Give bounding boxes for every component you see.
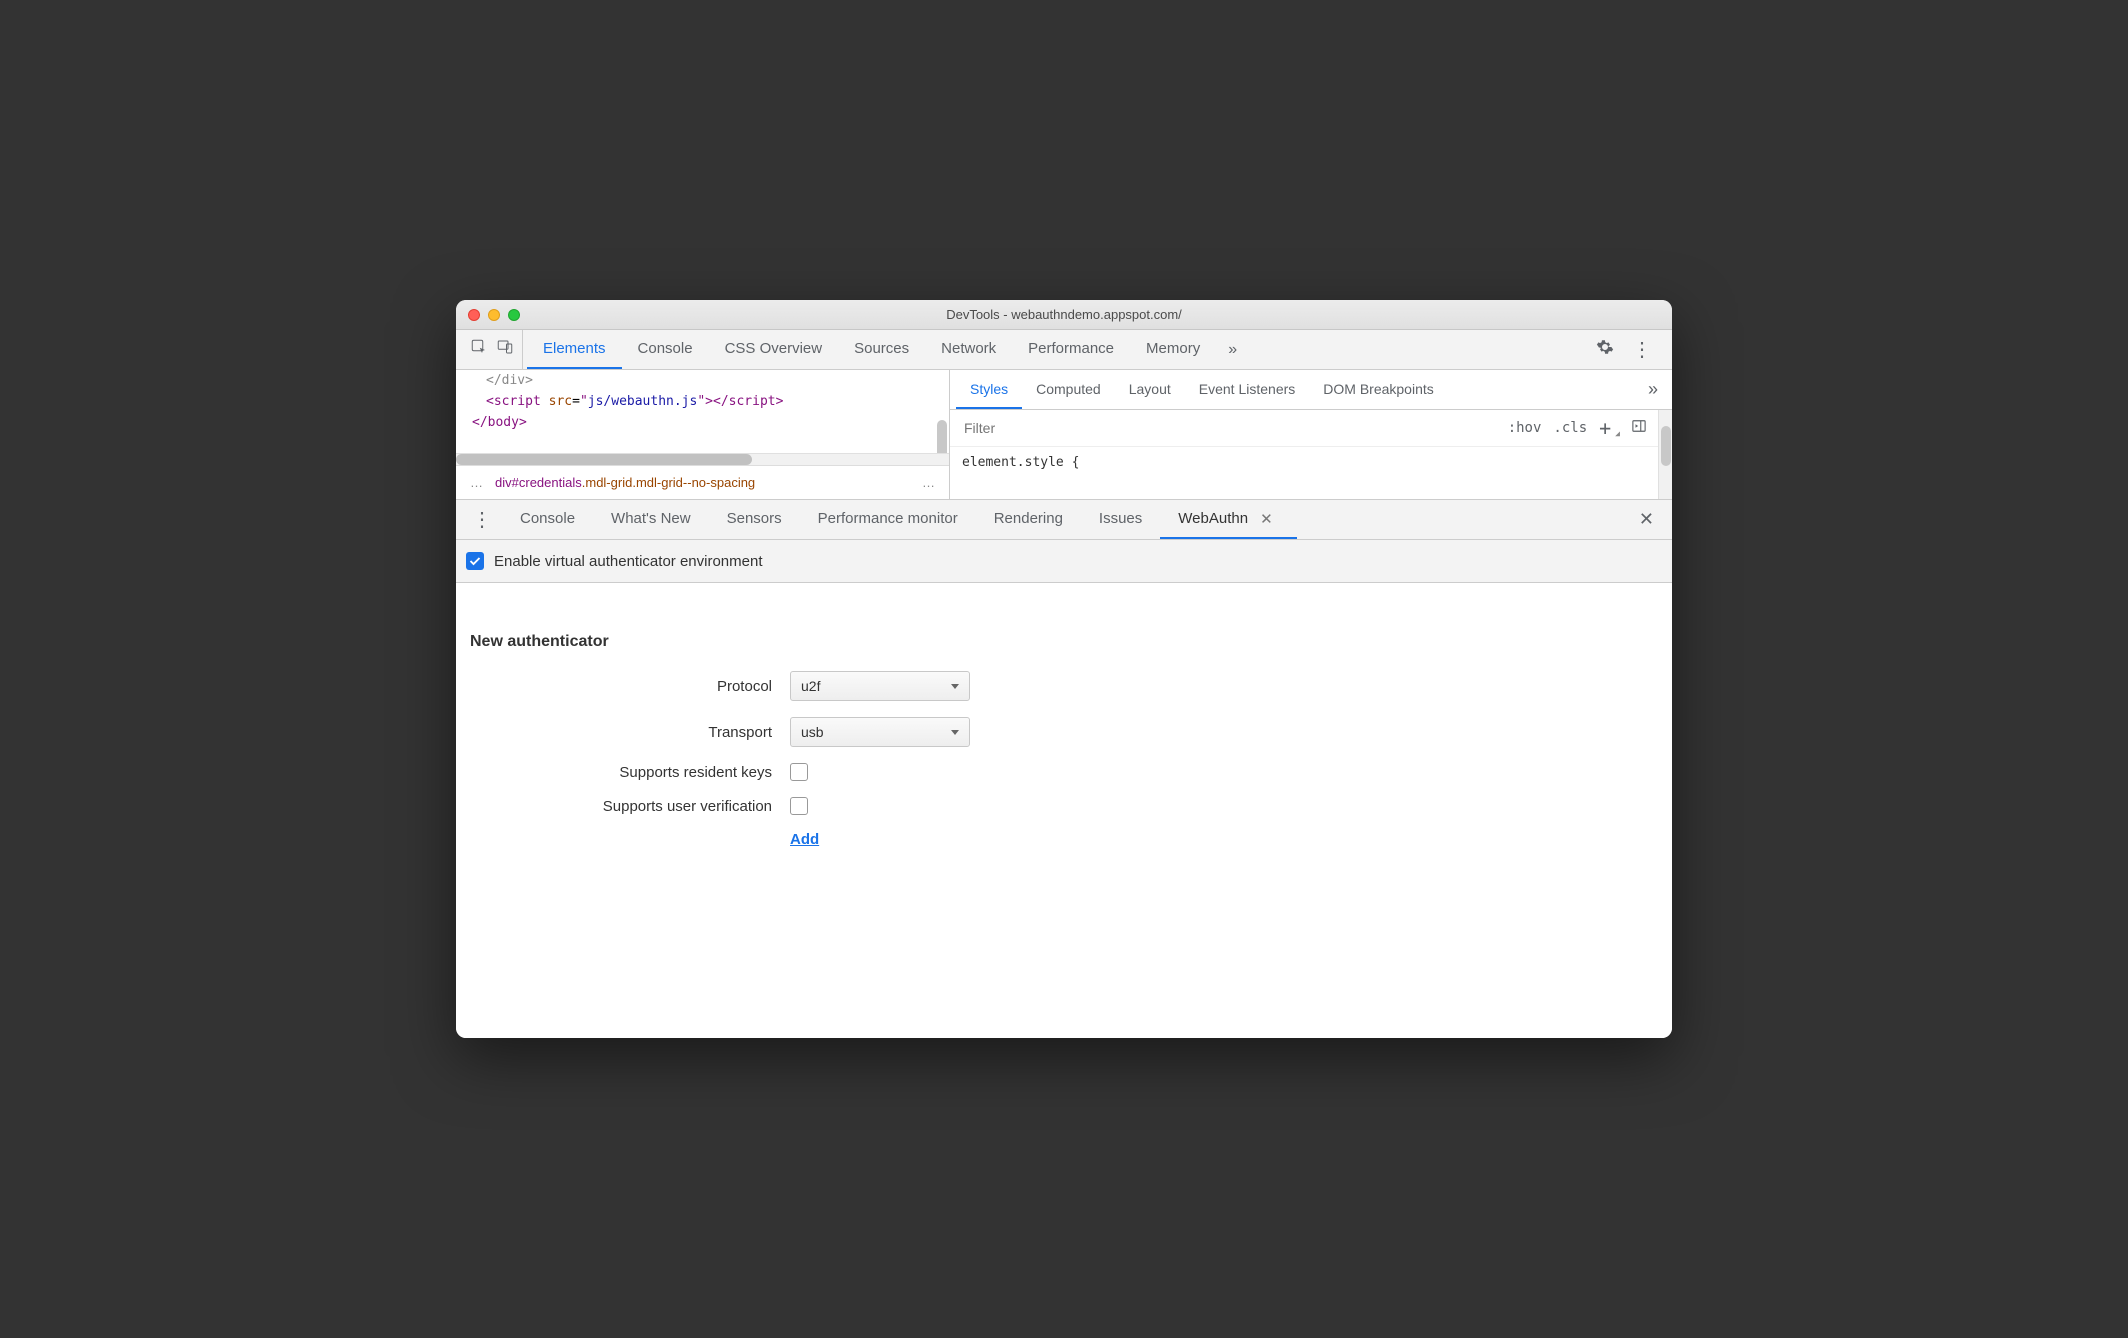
main-tab-bar: Elements Console CSS Overview Sources Ne… [456, 330, 1672, 370]
close-window-button[interactable] [468, 309, 480, 321]
styles-filter-row: :hov .cls + ◢ [950, 410, 1658, 447]
close-drawer-icon[interactable]: ✕ [1627, 500, 1666, 539]
cls-toggle[interactable]: .cls [1553, 420, 1587, 436]
settings-gear-icon[interactable] [1596, 338, 1614, 361]
drawer-tab-performance-monitor[interactable]: Performance monitor [800, 500, 976, 539]
enable-virtual-auth-checkbox[interactable] [466, 552, 484, 570]
more-tabs-chevron-icon[interactable]: » [1216, 330, 1249, 369]
protocol-label: Protocol [470, 678, 790, 695]
breadcrumb-node[interactable]: div#credentials.mdl-grid.mdl-grid--no-sp… [495, 475, 755, 490]
devtools-window: DevTools - webauthndemo.appspot.com/ Ele… [456, 300, 1672, 1038]
toolbar-right: ⋮ [1582, 330, 1666, 369]
zoom-window-button[interactable] [508, 309, 520, 321]
styles-filter-input[interactable] [962, 419, 1490, 437]
traffic-lights [468, 309, 520, 321]
transport-label: Transport [470, 724, 790, 741]
horizontal-scrollbar[interactable] [456, 453, 949, 465]
enable-bar: Enable virtual authenticator environment [456, 540, 1672, 583]
styles-tab-bar: Styles Computed Layout Event Listeners D… [950, 370, 1672, 410]
panels-middle: </div> <script src="js/webauthn.js"></sc… [456, 370, 1672, 500]
element-style-block[interactable]: element.style { [950, 447, 1658, 478]
add-authenticator-button[interactable]: Add [790, 831, 819, 848]
minimize-window-button[interactable] [488, 309, 500, 321]
window-title: DevTools - webauthndemo.appspot.com/ [456, 307, 1672, 322]
main-tabs: Elements Console CSS Overview Sources Ne… [527, 330, 1216, 369]
styles-tab-layout[interactable]: Layout [1115, 370, 1185, 409]
checkmark-icon [469, 556, 481, 566]
drawer-tab-console[interactable]: Console [502, 500, 593, 539]
user-verification-checkbox[interactable] [790, 797, 808, 815]
inspect-devices-group [462, 330, 523, 369]
close-tab-icon[interactable]: ✕ [1254, 510, 1279, 528]
drawer-tab-rendering[interactable]: Rendering [976, 500, 1081, 539]
tab-sources[interactable]: Sources [838, 330, 925, 369]
more-styles-tabs-chevron-icon[interactable]: » [1640, 370, 1666, 409]
tab-console[interactable]: Console [622, 330, 709, 369]
user-verification-label: Supports user verification [470, 798, 790, 815]
drawer-menu-kebab-icon[interactable]: ⋮ [462, 500, 502, 539]
styles-tab-event-listeners[interactable]: Event Listeners [1185, 370, 1310, 409]
breadcrumb-next-icon[interactable]: … [916, 475, 941, 490]
resident-keys-checkbox[interactable] [790, 763, 808, 781]
tab-network[interactable]: Network [925, 330, 1012, 369]
styles-pane: Styles Computed Layout Event Listeners D… [950, 370, 1672, 499]
drawer-tab-issues[interactable]: Issues [1081, 500, 1160, 539]
resident-keys-row: Supports resident keys [470, 763, 1658, 781]
webauthn-panel: New authenticator Protocol u2f Transport… [456, 583, 1672, 1038]
scrollbar-thumb[interactable] [937, 420, 947, 453]
styles-tab-computed[interactable]: Computed [1022, 370, 1115, 409]
add-row: Add [470, 831, 1658, 849]
styles-scrollbar[interactable] [1658, 410, 1672, 499]
new-style-rule-plus-icon[interactable]: + [1599, 416, 1611, 440]
tab-memory[interactable]: Memory [1130, 330, 1216, 369]
chevron-down-icon [951, 730, 959, 735]
breadcrumb-prev-icon[interactable]: … [464, 475, 489, 490]
transport-row: Transport usb [470, 717, 1658, 747]
dropdown-triangle-icon[interactable]: ◢ [1615, 429, 1620, 438]
titlebar: DevTools - webauthndemo.appspot.com/ [456, 300, 1672, 330]
resident-keys-label: Supports resident keys [470, 764, 790, 781]
drawer-tab-sensors[interactable]: Sensors [709, 500, 800, 539]
tab-performance[interactable]: Performance [1012, 330, 1130, 369]
styles-tab-dom-breakpoints[interactable]: DOM Breakpoints [1309, 370, 1447, 409]
protocol-row: Protocol u2f [470, 671, 1658, 701]
breadcrumb[interactable]: … div#credentials.mdl-grid.mdl-grid--no-… [456, 465, 949, 499]
drawer-tab-bar: ⋮ Console What's New Sensors Performance… [456, 500, 1672, 540]
enable-virtual-auth-label: Enable virtual authenticator environment [494, 553, 763, 570]
protocol-select[interactable]: u2f [790, 671, 970, 701]
toggle-sidebar-icon[interactable] [1632, 419, 1646, 437]
inspect-element-icon[interactable] [470, 338, 488, 361]
transport-select[interactable]: usb [790, 717, 970, 747]
elements-dom-pane: </div> <script src="js/webauthn.js"></sc… [456, 370, 950, 499]
dom-tree[interactable]: </div> <script src="js/webauthn.js"></sc… [456, 370, 949, 453]
drawer-tab-webauthn[interactable]: WebAuthn ✕ [1160, 500, 1296, 539]
chevron-down-icon [951, 684, 959, 689]
hov-toggle[interactable]: :hov [1508, 420, 1542, 436]
drawer-tab-whatsnew[interactable]: What's New [593, 500, 709, 539]
styles-filter-actions: :hov .cls + ◢ [1500, 416, 1654, 440]
tab-css-overview[interactable]: CSS Overview [709, 330, 839, 369]
styles-tab-styles[interactable]: Styles [956, 370, 1022, 409]
tab-elements[interactable]: Elements [527, 330, 622, 369]
device-toolbar-icon[interactable] [496, 338, 514, 361]
user-verification-row: Supports user verification [470, 797, 1658, 815]
new-authenticator-heading: New authenticator [470, 633, 1658, 651]
